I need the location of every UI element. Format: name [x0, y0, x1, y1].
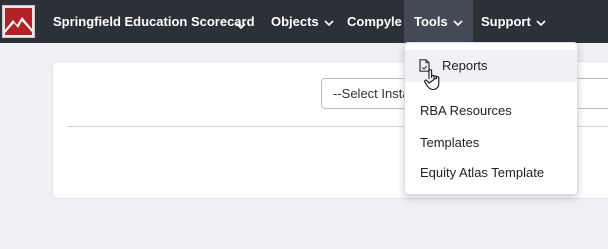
- app-title[interactable]: Springfield Education Scorecard: [53, 0, 255, 43]
- app-title-label: Springfield Education Scorecard: [53, 14, 255, 29]
- app-logo[interactable]: [2, 5, 35, 38]
- menu-item-label: RBA Resources: [420, 103, 512, 118]
- chevron-down-icon: [324, 19, 334, 27]
- chevron-down-icon: [536, 19, 546, 27]
- nav-objects-label: Objects: [271, 14, 319, 29]
- menu-item-label: Templates: [420, 135, 480, 150]
- hand-pointer-icon: [423, 68, 443, 91]
- menu-item-rba-resources[interactable]: RBA Resources: [405, 95, 577, 127]
- top-navbar: Springfield Education Scorecard Objects …: [0, 0, 608, 43]
- tools-dropdown-menu: Reports RBA Resources Templates Equity A…: [404, 42, 578, 195]
- menu-item-equity-atlas-template[interactable]: Equity Atlas Template: [405, 157, 577, 189]
- chevron-down-icon: [453, 19, 463, 27]
- nav-compyle-label: Compyle: [347, 14, 402, 29]
- menu-item-label: Equity Atlas Template: [420, 165, 545, 180]
- nav-support[interactable]: Support: [481, 0, 546, 43]
- nav-objects[interactable]: Objects: [271, 0, 334, 43]
- nav-support-label: Support: [481, 14, 531, 29]
- nav-compyle[interactable]: Compyle: [347, 0, 402, 43]
- menu-item-templates[interactable]: Templates: [405, 127, 577, 159]
- chevron-down-icon[interactable]: [236, 17, 246, 35]
- nav-tools-label: Tools: [414, 14, 448, 29]
- mountain-logo-icon: [5, 8, 32, 35]
- nav-tools[interactable]: Tools: [404, 0, 473, 43]
